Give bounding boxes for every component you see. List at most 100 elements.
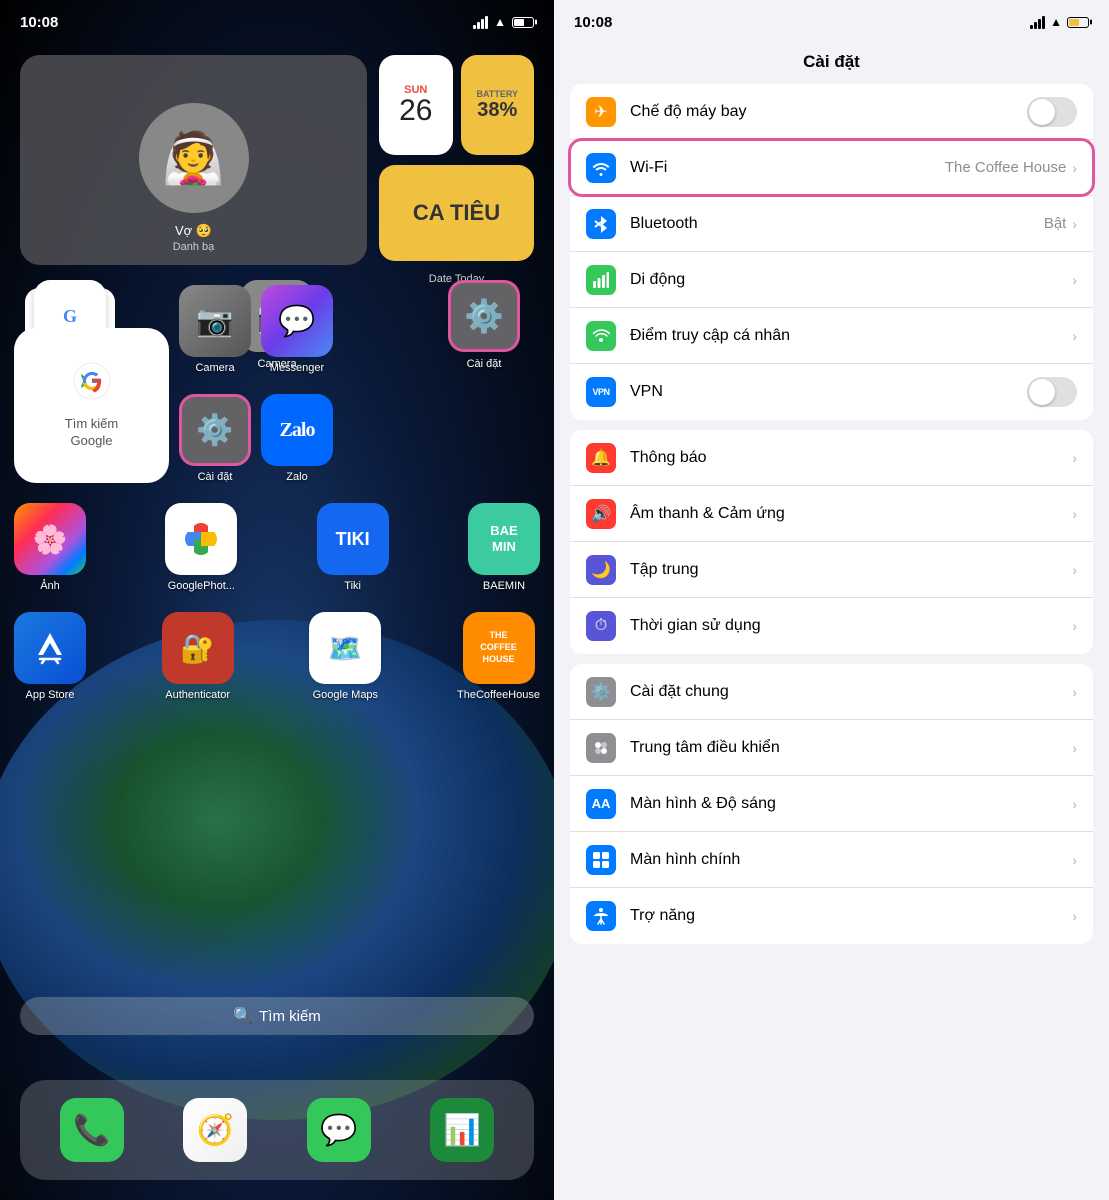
dock: 📞 🧭 💬 📊: [20, 1080, 534, 1180]
widget-contacts[interactable]: 👰 Vợ 🥺 Danh bạ: [20, 55, 367, 265]
search-bar[interactable]: 🔍 Tìm kiếm: [20, 997, 534, 1035]
settings-app-icon: ⚙️: [179, 394, 251, 466]
hotspot-icon: [586, 321, 616, 351]
app-gmaps[interactable]: 🗺️ Google Maps: [309, 612, 381, 701]
screentime-label: Thời gian sử dụng: [630, 617, 1072, 635]
wifi-icon-right: ▲: [1050, 15, 1062, 29]
display-icon: AA: [586, 789, 616, 819]
bluetooth-chevron: ›: [1072, 216, 1077, 232]
bluetooth-value: Bật: [1044, 215, 1067, 232]
app-camera[interactable]: 📷 Camera: [179, 285, 251, 374]
app-coffeehouse[interactable]: THECOFFEEHOUSE TheCoffeeHouse: [457, 612, 540, 701]
google-search-text: Tìm kiếmGoogle: [65, 416, 118, 450]
app-baemin[interactable]: BAEMIN BAEMIN: [468, 503, 540, 592]
auth-icon: 🔐: [162, 612, 234, 684]
homescreen-icon: [586, 845, 616, 875]
settings-group-2: 🔔 Thông báo › 🔊 Âm thanh & Cảm ứng › 🌙 T…: [570, 430, 1093, 654]
gphotos-label: GooglePhot...: [168, 580, 235, 592]
cal-num: 26: [399, 96, 432, 126]
app-photos[interactable]: 🌸 Ảnh: [14, 503, 86, 592]
app-authenticator[interactable]: 🔐 Authenticator: [162, 612, 234, 701]
hotspot-chevron: ›: [1072, 328, 1077, 344]
row-hotspot[interactable]: Điểm truy cập cá nhân ›: [570, 308, 1093, 364]
messages-icon: 💬: [307, 1098, 371, 1162]
gphotos-icon: [165, 503, 237, 575]
battery-label: BATTERY: [477, 89, 519, 99]
app-appstore[interactable]: App Store: [14, 612, 86, 701]
coffeehouse-label: TheCoffeeHouse: [457, 689, 540, 701]
row-notifications[interactable]: 🔔 Thông báo ›: [570, 430, 1093, 486]
wifi-label: Wi-Fi: [630, 159, 945, 177]
signal-icon: [473, 16, 488, 29]
phone-icon: 📞: [60, 1098, 124, 1162]
home-apps: Tìm kiếmGoogle 📷 Camera ⚙️ Cài đặt 💬: [14, 285, 540, 721]
bluetooth-icon: [586, 209, 616, 239]
dock-phone[interactable]: 📞: [60, 1098, 124, 1162]
search-text: Tìm kiếm: [259, 1008, 321, 1025]
row-control[interactable]: Trung tâm điều khiển ›: [570, 720, 1093, 776]
focus-label: Tập trung: [630, 561, 1072, 579]
notifications-label: Thông báo: [630, 449, 1072, 467]
camera-app-icon: 📷: [179, 285, 251, 357]
messenger-label: Messenger: [270, 362, 324, 374]
app-settings-home[interactable]: ⚙️ Cài đặt: [179, 394, 251, 483]
auth-label: Authenticator: [165, 689, 230, 701]
row-airplane[interactable]: ✈ Chế độ máy bay: [570, 84, 1093, 140]
settings-home-label: Cài đặt: [198, 471, 233, 483]
accessibility-icon: [586, 901, 616, 931]
airplane-icon: ✈: [586, 97, 616, 127]
airplane-label: Chế độ máy bay: [630, 103, 1027, 121]
hotspot-label: Điểm truy cập cá nhân: [630, 327, 1072, 345]
widget-calendar[interactable]: SUN 26: [379, 55, 453, 155]
row-accessibility[interactable]: Trợ năng ›: [570, 888, 1093, 944]
homescreen-chevron: ›: [1072, 852, 1077, 868]
row-homescreen[interactable]: Màn hình chính ›: [570, 832, 1093, 888]
app-gphotos[interactable]: GooglePhot...: [165, 503, 237, 592]
control-icon: [586, 733, 616, 763]
general-icon: ⚙️: [586, 677, 616, 707]
dock-safari[interactable]: 🧭: [183, 1098, 247, 1162]
danh-ba-label: Danh bạ: [173, 241, 215, 253]
dock-messages[interactable]: 💬: [307, 1098, 371, 1162]
focus-chevron: ›: [1072, 562, 1077, 578]
row-wifi[interactable]: Wi-Fi The Coffee House ›: [570, 140, 1093, 196]
homescreen-label: Màn hình chính: [630, 851, 1072, 869]
vpn-label: VPN: [630, 383, 1027, 401]
row-bluetooth[interactable]: Bluetooth Bật ›: [570, 196, 1093, 252]
wifi-chevron: ›: [1072, 160, 1077, 176]
baemin-icon: BAEMIN: [468, 503, 540, 575]
app-zalo[interactable]: Zalo Zalo: [261, 394, 333, 483]
sounds-chevron: ›: [1072, 506, 1077, 522]
gmaps-icon: 🗺️: [309, 612, 381, 684]
time-right: 10:08: [574, 14, 612, 31]
airplane-toggle[interactable]: [1027, 97, 1077, 127]
accessibility-chevron: ›: [1072, 908, 1077, 924]
focus-icon: 🌙: [586, 555, 616, 585]
row-general[interactable]: ⚙️ Cài đặt chung ›: [570, 664, 1093, 720]
row-screentime[interactable]: ⏱ Thời gian sử dụng ›: [570, 598, 1093, 654]
app-messenger[interactable]: 💬 Messenger: [261, 285, 333, 374]
ca-tieu-text: CA TIÊU: [413, 200, 500, 226]
vpn-toggle[interactable]: [1027, 377, 1077, 407]
dock-sheets[interactable]: 📊: [430, 1098, 494, 1162]
widget-ca-tieu[interactable]: CA TIÊU: [379, 165, 534, 261]
row-vpn[interactable]: VPN VPN: [570, 364, 1093, 420]
display-chevron: ›: [1072, 796, 1077, 812]
tiki-label: Tiki: [344, 580, 361, 592]
widget-battery[interactable]: BATTERY 38%: [461, 55, 535, 155]
row-cellular[interactable]: Di động ›: [570, 252, 1093, 308]
google-widget[interactable]: Tìm kiếmGoogle: [14, 328, 169, 483]
notifications-chevron: ›: [1072, 450, 1077, 466]
settings-group-1: ✈ Chế độ máy bay Wi-Fi The Coffee House …: [570, 84, 1093, 420]
app-tiki[interactable]: TIKI Tiki: [317, 503, 389, 592]
battery-left: [512, 17, 534, 28]
messenger-zalo-col: 💬 Messenger Zalo Zalo: [261, 285, 333, 483]
row-sounds[interactable]: 🔊 Âm thanh & Cảm ứng ›: [570, 486, 1093, 542]
time-left: 10:08: [20, 14, 58, 31]
row-focus[interactable]: 🌙 Tập trung ›: [570, 542, 1093, 598]
row-display[interactable]: AA Màn hình & Độ sáng ›: [570, 776, 1093, 832]
messenger-icon: 💬: [261, 285, 333, 357]
control-label: Trung tâm điều khiển: [630, 739, 1072, 757]
control-chevron: ›: [1072, 740, 1077, 756]
gmaps-label: Google Maps: [313, 689, 378, 701]
